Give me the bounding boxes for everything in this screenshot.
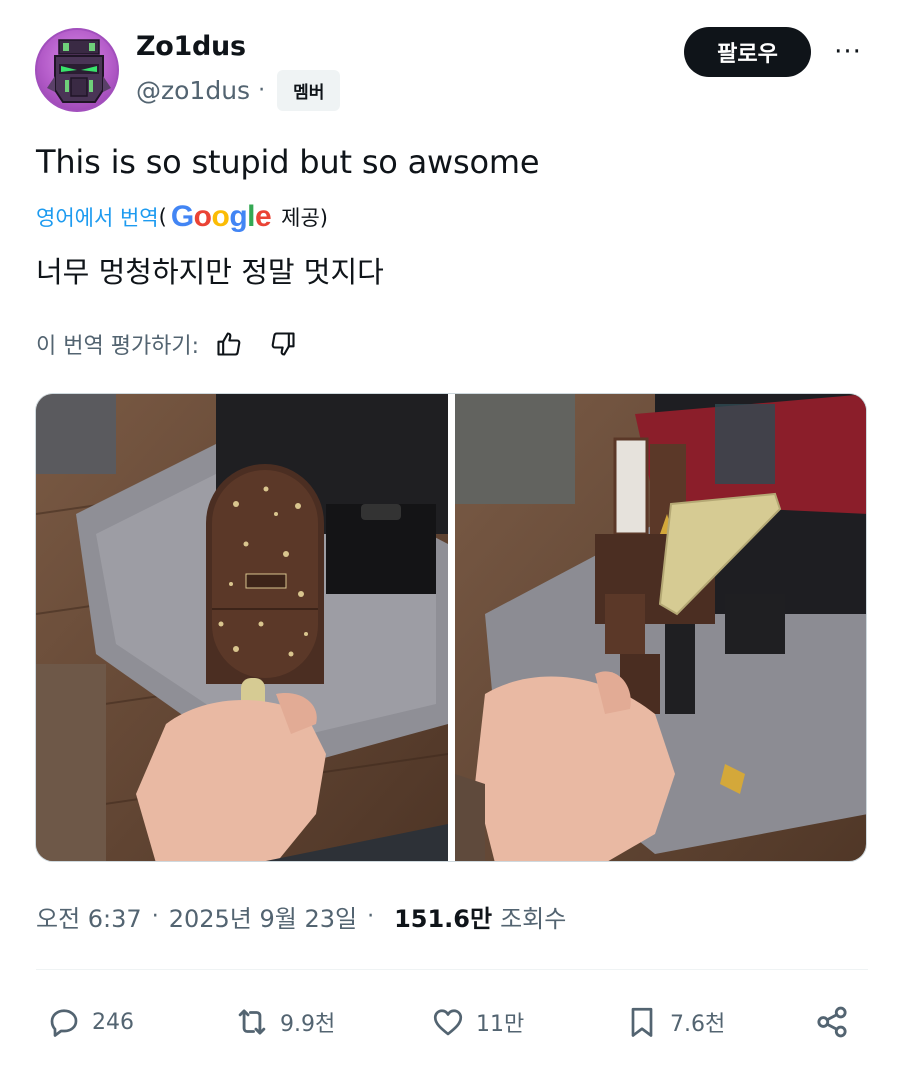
handle-separator: · xyxy=(258,77,266,103)
rate-translation-label: 이 번역 평가하기: xyxy=(36,334,200,359)
share-icon xyxy=(812,1002,852,1042)
like-button[interactable]: 11만 xyxy=(428,1000,524,1044)
views-label: 조회수 xyxy=(500,904,567,933)
tweet-time[interactable]: 오전 6:37 xyxy=(36,899,142,934)
bookmark-count: 7.6천 xyxy=(670,1012,726,1037)
follow-button[interactable]: 팔로우 xyxy=(684,27,811,77)
author-avatar[interactable] xyxy=(35,28,119,112)
meta-separator-2: · xyxy=(367,903,375,929)
repost-button[interactable]: 9.9천 xyxy=(232,1000,335,1044)
heart-icon xyxy=(428,1002,468,1042)
share-button[interactable] xyxy=(812,1000,860,1044)
reply-icon xyxy=(44,1002,84,1042)
translation-attribution: 영어에서 번역 ( Google 제공) xyxy=(36,197,328,237)
repost-count: 9.9천 xyxy=(280,1012,336,1037)
tweet-text: This is so stupid but so awsome xyxy=(36,143,540,181)
photo-popsicle-toy[interactable] xyxy=(36,394,448,861)
translation-paren-open: ( xyxy=(158,205,167,229)
thumbs-up-icon[interactable] xyxy=(213,328,245,360)
photo-robot-transformed[interactable] xyxy=(455,394,866,861)
media-grid xyxy=(35,393,867,862)
author-handle[interactable]: @zo1dus xyxy=(136,76,250,105)
translated-from-link[interactable]: 영어에서 번역 xyxy=(36,202,159,232)
bookmark-button[interactable]: 7.6천 xyxy=(622,1000,725,1044)
google-logo: Google xyxy=(170,200,272,233)
thumbs-down-icon[interactable] xyxy=(267,328,299,360)
tweet-meta: 오전 6:37 · 2025년 9월 23일 · 151.6만 조회수 xyxy=(36,896,566,936)
author-display-name[interactable]: Zo1dus xyxy=(136,31,246,62)
bookmark-icon xyxy=(622,1002,662,1042)
reply-count: 246 xyxy=(92,1009,134,1035)
views-count: 151.6만 xyxy=(394,904,493,933)
more-options-button[interactable]: ··· xyxy=(828,36,868,68)
more-horizontal-icon: ··· xyxy=(834,37,862,67)
tweet-date[interactable]: 2025년 9월 23일 xyxy=(169,899,357,934)
translated-text: 너무 멍청하지만 정말 멋지다 xyxy=(36,255,384,289)
repost-icon xyxy=(232,1002,272,1042)
member-badge[interactable]: 멤버 xyxy=(277,69,341,111)
meta-separator: · xyxy=(151,903,159,929)
translation-provided-label: 제공) xyxy=(281,206,329,230)
rate-translation-row: 이 번역 평가하기: xyxy=(36,324,299,364)
robot-helmet-avatar-icon xyxy=(47,39,111,103)
author-handle-row: @zo1dus · 멤버 xyxy=(136,69,341,111)
actions-divider xyxy=(36,969,868,970)
reply-button[interactable]: 246 xyxy=(44,1000,134,1044)
like-count: 11만 xyxy=(476,1012,525,1037)
